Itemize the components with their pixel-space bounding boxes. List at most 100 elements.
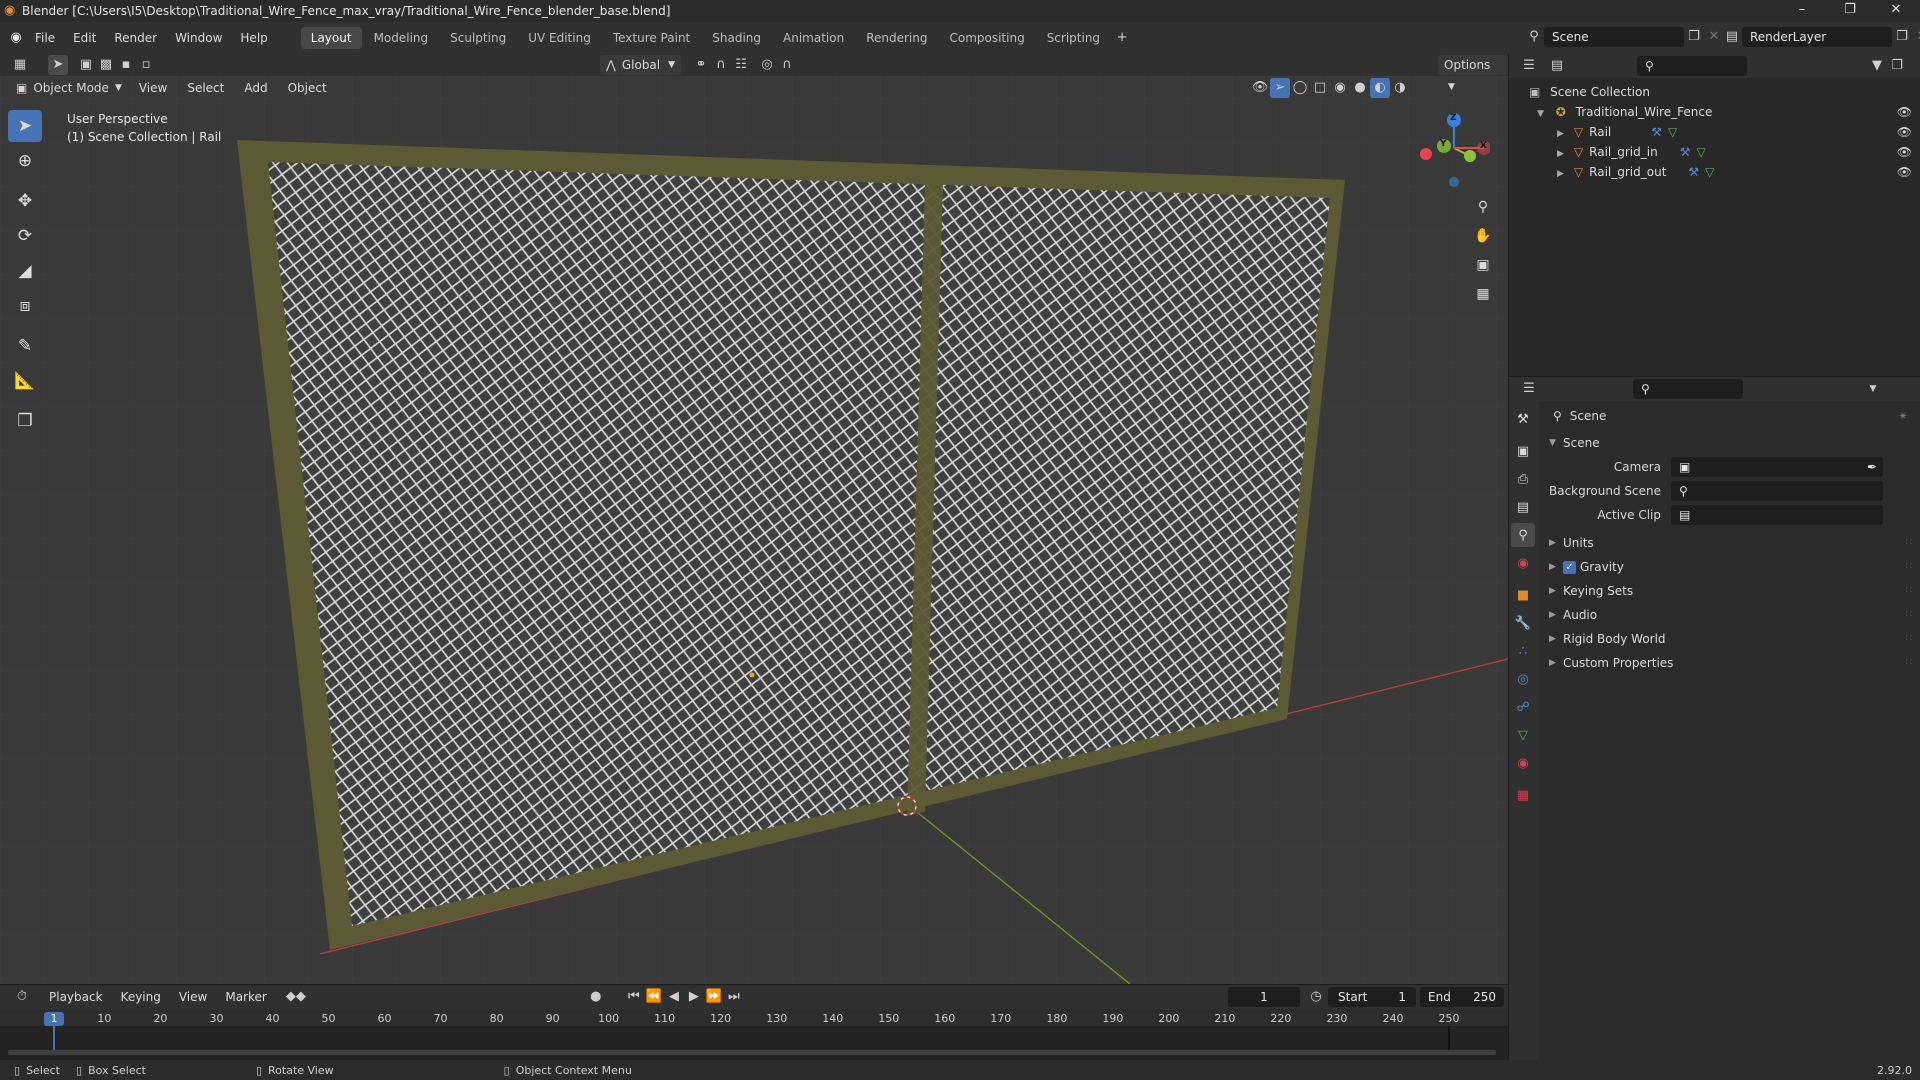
select-new-icon[interactable]: ▣ — [76, 55, 96, 75]
tab-shading[interactable]: Shading — [702, 27, 771, 49]
drag-handle-icon[interactable]: ∷ — [1906, 531, 1912, 555]
timeline-editor-icon[interactable]: ⏱ — [12, 987, 32, 1007]
jump-start-icon[interactable]: ⏮ — [624, 987, 644, 1007]
render-tab-icon[interactable]: ▣ — [1511, 439, 1535, 463]
select-intersect-icon[interactable]: ▫ — [136, 55, 156, 75]
prop-background-scene-field[interactable]: ⚲ — [1671, 481, 1883, 501]
viewport-menu-add[interactable]: Add — [235, 81, 276, 95]
prop-camera-field[interactable]: ▣ ✒ — [1671, 457, 1883, 477]
tool-tab-icon[interactable]: ⚒ — [1511, 407, 1535, 431]
minimize-button[interactable]: – — [1782, 2, 1822, 17]
constraints-tab-icon[interactable]: ☍ — [1511, 695, 1535, 719]
measure-tool[interactable]: 📐 — [8, 365, 42, 397]
modifier-icon[interactable]: ⚒ — [1680, 145, 1691, 159]
drag-handle-icon[interactable]: ∷ — [1906, 651, 1912, 675]
menu-item-help[interactable]: Help — [231, 31, 276, 45]
expand-arrow-icon[interactable]: ▶ — [1557, 169, 1564, 179]
gravity-checkbox[interactable]: ✓ — [1563, 561, 1576, 574]
timeline-menu-marker[interactable]: Marker — [216, 990, 275, 1004]
menu-item-render[interactable]: Render — [105, 31, 166, 45]
remove-renderlayer-icon[interactable]: ✕ — [1912, 27, 1920, 47]
panel-gravity[interactable]: ▶ ✓ Gravity ∷ — [1539, 555, 1920, 579]
tab-uv-editing[interactable]: UV Editing — [518, 27, 601, 49]
tab-compositing[interactable]: Compositing — [939, 27, 1034, 49]
new-scene-icon[interactable]: ❐ — [1684, 27, 1704, 47]
mesh-data-icon[interactable]: ▽ — [1705, 165, 1714, 179]
tab-texture-paint[interactable]: Texture Paint — [603, 27, 700, 49]
xray-toggle-icon[interactable]: □ — [1310, 78, 1330, 98]
pin-icon[interactable]: ✴ — [1898, 409, 1908, 423]
zoom-button[interactable]: ⚲ — [1470, 194, 1496, 220]
options-dropdown[interactable]: Options ▼ — [1438, 55, 1508, 92]
menu-item-window[interactable]: Window — [166, 31, 231, 45]
outliner-editor-icon[interactable]: ☰ — [1519, 56, 1539, 76]
menu-item-edit[interactable]: Edit — [64, 31, 105, 45]
prop-active-clip-field[interactable]: ▤ — [1671, 505, 1883, 525]
cursor-tool[interactable]: ⊕ — [8, 145, 42, 177]
chevron-down-icon[interactable]: ▼ — [1863, 379, 1883, 399]
drag-handle-icon[interactable]: ∷ — [1906, 555, 1912, 579]
panel-audio[interactable]: ▶ Audio ∷ — [1539, 603, 1920, 627]
object-mode-dropdown[interactable]: ▣ Object Mode ▼ — [10, 78, 128, 98]
modifier-icon[interactable]: ⚒ — [1688, 165, 1699, 179]
texture-tab-icon[interactable]: ▦ — [1511, 783, 1535, 807]
wireframe-shading-icon[interactable]: ◉ — [1330, 78, 1350, 98]
ortho-toggle-button[interactable]: ▦ — [1470, 281, 1496, 307]
prev-keyframe-icon[interactable]: ⏪ — [644, 987, 664, 1007]
visibility-icon[interactable]: 👁 — [1250, 78, 1270, 98]
tab-rendering[interactable]: Rendering — [856, 27, 937, 49]
select-tool-icon[interactable]: ➤ — [48, 55, 68, 75]
outliner-object-row[interactable]: ▶ ▽ Rail_grid_in ⚒ ▽ 👁 — [1509, 142, 1920, 162]
panel-keying-sets[interactable]: ▶ Keying Sets ∷ — [1539, 579, 1920, 603]
filter-icon[interactable]: ▼ — [1867, 56, 1887, 76]
scale-tool[interactable]: ◢ — [8, 255, 42, 287]
pivot-point-icon[interactable]: ⚭ — [691, 55, 711, 75]
modifier-icon[interactable]: ⚒ — [1651, 125, 1662, 139]
renderlayer-icon[interactable]: ▤ — [1722, 27, 1742, 47]
scene-field[interactable]: Scene — [1544, 27, 1684, 47]
eye-icon[interactable]: 👁 — [1897, 142, 1912, 162]
timeline-menu-keying[interactable]: Keying — [112, 990, 170, 1004]
particles-tab-icon[interactable]: ∴ — [1511, 639, 1535, 663]
snap-icon[interactable]: ∩ — [711, 55, 731, 75]
display-mode-icon[interactable]: ▤ — [1547, 56, 1567, 76]
output-tab-icon[interactable]: ⎙ — [1511, 467, 1535, 491]
viewport-menu-view[interactable]: View — [130, 81, 176, 95]
outliner-object-row[interactable]: ▶ ▽ Rail_grid_out ⚒ ▽ 👁 — [1509, 162, 1920, 182]
record-icon[interactable]: ● — [586, 987, 606, 1007]
falloff-icon[interactable]: ∩ — [777, 55, 797, 75]
eye-icon[interactable]: 👁 — [1897, 162, 1912, 182]
current-frame-field[interactable]: 1 — [1228, 987, 1300, 1007]
expand-arrow-icon[interactable]: ▼ — [1537, 109, 1544, 119]
rotate-tool[interactable]: ⟳ — [8, 220, 42, 252]
eye-icon[interactable]: 👁 — [1897, 122, 1912, 142]
keyframe-icon[interactable]: ◆◆ — [286, 987, 306, 1007]
outliner-root-row[interactable]: ▣ Scene Collection — [1509, 82, 1920, 102]
properties-editor-icon[interactable]: ☰ — [1519, 379, 1539, 399]
camera-view-button[interactable]: ▣ — [1470, 252, 1496, 278]
mesh-data-icon[interactable]: ▽ — [1668, 125, 1677, 139]
editor-type-icon[interactable]: ▦ — [10, 55, 30, 75]
scene-panel-header[interactable]: ▼ Scene — [1539, 431, 1920, 455]
drag-handle-icon[interactable]: ∷ — [1906, 627, 1912, 651]
object-tab-icon[interactable]: ■ — [1511, 583, 1535, 607]
panel-units[interactable]: ▶ Units ∷ — [1539, 531, 1920, 555]
scene-tab-icon[interactable]: ⚲ — [1511, 523, 1535, 547]
add-workspace-button[interactable]: + — [1112, 28, 1132, 48]
navigation-gizmo[interactable]: Z Y X — [1410, 108, 1491, 188]
select-box-tool[interactable]: ➤ — [8, 110, 42, 142]
world-tab-icon[interactable]: ◉ — [1511, 551, 1535, 575]
mesh-data-icon[interactable]: ▽ — [1696, 145, 1705, 159]
physics-tab-icon[interactable]: ◎ — [1511, 667, 1535, 691]
close-button[interactable]: ✕ — [1876, 2, 1916, 17]
outliner-collection-row[interactable]: ▼ ✪ Traditional_Wire_Fence 👁 — [1509, 102, 1920, 122]
solid-shading-icon[interactable]: ● — [1350, 78, 1370, 98]
data-tab-icon[interactable]: ▽ — [1511, 723, 1535, 747]
eyedropper-icon[interactable]: ✒ — [1867, 457, 1877, 477]
viewport-menu-select[interactable]: Select — [178, 81, 233, 95]
proportional-edit-icon[interactable]: ◎ — [757, 55, 777, 75]
play-reverse-icon[interactable]: ◀ — [664, 987, 684, 1007]
3d-viewport[interactable] — [0, 54, 1508, 984]
snap-target-icon[interactable]: ☷ — [731, 55, 751, 75]
viewport-menu-object[interactable]: Object — [279, 81, 336, 95]
